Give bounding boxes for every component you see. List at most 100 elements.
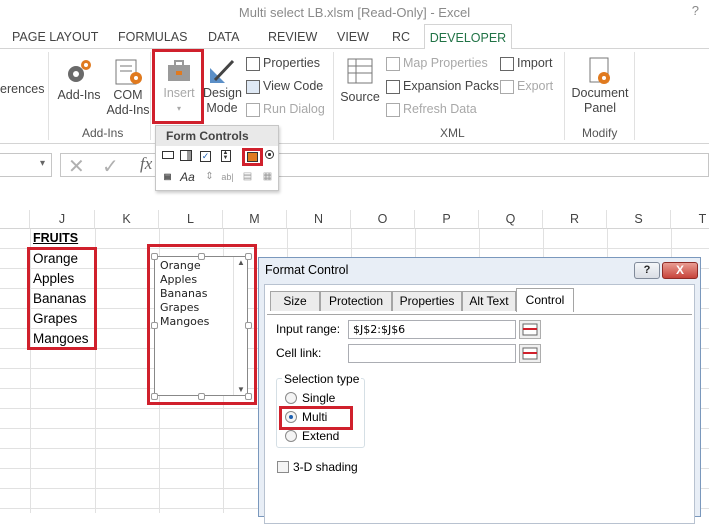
import-button[interactable]: Import xyxy=(500,54,552,74)
column-header[interactable]: Q xyxy=(479,210,543,229)
cancel-icon[interactable]: ✕ xyxy=(68,154,85,179)
refresh-data-button[interactable]: Refresh Data xyxy=(386,100,477,120)
listbox-control-icon[interactable] xyxy=(242,148,263,166)
scroll-down-icon[interactable]: ▼ xyxy=(237,385,245,394)
tab-page-layout[interactable]: PAGE LAYOUT xyxy=(12,30,98,44)
column-header[interactable]: S xyxy=(607,210,671,229)
resize-handle[interactable] xyxy=(151,253,158,260)
dialog-help-button[interactable]: ? xyxy=(634,262,660,279)
listbox-item[interactable]: Mangoes xyxy=(160,315,209,328)
option-multi-label[interactable]: Multi xyxy=(302,410,327,424)
column-header[interactable]: P xyxy=(415,210,479,229)
group-label-addins: Add-Ins xyxy=(82,126,124,140)
option-button-icon[interactable] xyxy=(262,150,277,164)
tab-view[interactable]: VIEW xyxy=(337,30,369,44)
combo-dropdown-icon[interactable]: ▦ xyxy=(260,170,275,184)
checkbox-icon[interactable]: ✓ xyxy=(198,150,213,164)
option-single-label[interactable]: Single xyxy=(302,391,335,405)
column-header[interactable]: N xyxy=(287,210,351,229)
scroll-up-icon[interactable]: ▲ xyxy=(237,258,245,267)
export-icon xyxy=(500,79,514,94)
fruit-cell[interactable]: Apples xyxy=(33,271,74,286)
input-range-field[interactable]: $J$2:$J$6 xyxy=(348,320,516,339)
map-properties-button[interactable]: Map Properties xyxy=(386,54,488,74)
shading-label[interactable]: 3-D shading xyxy=(293,460,358,474)
help-button[interactable]: ? xyxy=(692,3,699,18)
grid-line xyxy=(0,248,709,249)
source-button[interactable]: Source xyxy=(338,56,382,105)
design-mode-button[interactable]: Design Mode xyxy=(203,56,242,116)
fruits-header[interactable]: FRUITS xyxy=(33,231,78,245)
fruit-cell[interactable]: Bananas xyxy=(33,291,86,306)
text-field-icon[interactable]: ab| xyxy=(220,170,235,184)
doc-label-1: Document xyxy=(571,86,629,100)
resize-handle[interactable] xyxy=(198,393,205,400)
column-header[interactable]: K xyxy=(95,210,159,229)
document-panel-button[interactable]: Document Panel xyxy=(568,56,632,116)
collapse-dialog-icon[interactable] xyxy=(519,344,541,363)
fruit-cell[interactable]: Mangoes xyxy=(33,331,89,346)
export-button[interactable]: Export xyxy=(500,77,553,97)
dialog-tab-protection[interactable]: Protection xyxy=(320,291,392,311)
com-addins-button[interactable]: COM Add-Ins xyxy=(106,56,150,118)
dialog-tab-size[interactable]: Size xyxy=(270,291,320,311)
tab-formulas[interactable]: FORMULAS xyxy=(118,30,187,44)
spin-button-icon[interactable]: ▲ ▼ xyxy=(218,150,233,164)
name-box[interactable]: ▾ xyxy=(0,153,52,177)
button-control-icon[interactable] xyxy=(160,150,175,164)
combo-box-icon[interactable] xyxy=(178,150,193,164)
addins-button[interactable]: Add-Ins xyxy=(56,56,102,103)
run-dialog-button[interactable]: Run Dialog xyxy=(246,100,325,120)
dialog-tab-control[interactable]: Control xyxy=(516,288,574,312)
listbox-item[interactable]: Orange xyxy=(160,259,201,272)
enter-icon[interactable]: ✓ xyxy=(102,154,119,179)
radio-multi[interactable] xyxy=(285,411,297,423)
insert-button[interactable]: Insert ▾ xyxy=(156,56,202,116)
row-header-corner xyxy=(0,210,30,229)
group-box-icon[interactable]: ▤ xyxy=(160,170,175,184)
column-header[interactable]: R xyxy=(543,210,607,229)
resize-handle[interactable] xyxy=(245,393,252,400)
expansion-packs-button[interactable]: Expansion Packs xyxy=(386,77,499,97)
cell-link-field[interactable] xyxy=(348,344,516,363)
shading-checkbox[interactable] xyxy=(277,461,289,473)
fruit-listbox[interactable]: Orange Apples Bananas Grapes Mangoes ▲ ▼ xyxy=(154,256,248,396)
column-header[interactable]: M xyxy=(223,210,287,229)
option-extend-label[interactable]: Extend xyxy=(302,429,339,443)
tab-developer[interactable]: DEVELOPER xyxy=(424,24,512,49)
resize-handle[interactable] xyxy=(151,393,158,400)
view-code-button[interactable]: View Code xyxy=(246,77,323,97)
function-icon[interactable]: fx xyxy=(140,154,152,174)
properties-button[interactable]: Properties xyxy=(246,54,320,74)
dialog-tab-alt-text[interactable]: Alt Text xyxy=(462,291,516,311)
resize-handle[interactable] xyxy=(245,322,252,329)
radio-single[interactable] xyxy=(285,392,297,404)
references-button-cut[interactable]: erences xyxy=(0,80,44,100)
column-header[interactable]: T xyxy=(671,210,709,229)
tab-data[interactable]: DATA xyxy=(208,30,239,44)
listbox-item[interactable]: Bananas xyxy=(160,287,207,300)
resize-handle[interactable] xyxy=(198,253,205,260)
listbox-item[interactable]: Apples xyxy=(160,273,197,286)
resize-handle[interactable] xyxy=(151,322,158,329)
scroll-bar-icon[interactable]: ⇕ xyxy=(202,170,217,184)
column-header[interactable]: L xyxy=(159,210,223,229)
fruit-cell[interactable]: Orange xyxy=(33,251,78,266)
radio-extend[interactable] xyxy=(285,430,297,442)
dialog-tab-properties[interactable]: Properties xyxy=(392,291,462,311)
source-label: Source xyxy=(340,90,380,104)
column-header[interactable]: O xyxy=(351,210,415,229)
fruit-cell[interactable]: Grapes xyxy=(33,311,77,326)
combo-list-icon[interactable]: ▤ xyxy=(240,170,255,184)
label-control-icon[interactable]: Aa xyxy=(180,170,195,184)
map-properties-label: Map Properties xyxy=(403,56,488,70)
collapse-dialog-icon[interactable] xyxy=(519,320,541,339)
column-header[interactable]: J xyxy=(30,210,95,229)
toolbox-icon xyxy=(168,60,190,81)
tab-rc[interactable]: RC xyxy=(392,30,410,44)
resize-handle[interactable] xyxy=(245,253,252,260)
listbox-item[interactable]: Grapes xyxy=(160,301,199,314)
properties-label: Properties xyxy=(263,56,320,70)
tab-review[interactable]: REVIEW xyxy=(268,30,317,44)
dialog-close-button[interactable]: X xyxy=(662,262,698,279)
